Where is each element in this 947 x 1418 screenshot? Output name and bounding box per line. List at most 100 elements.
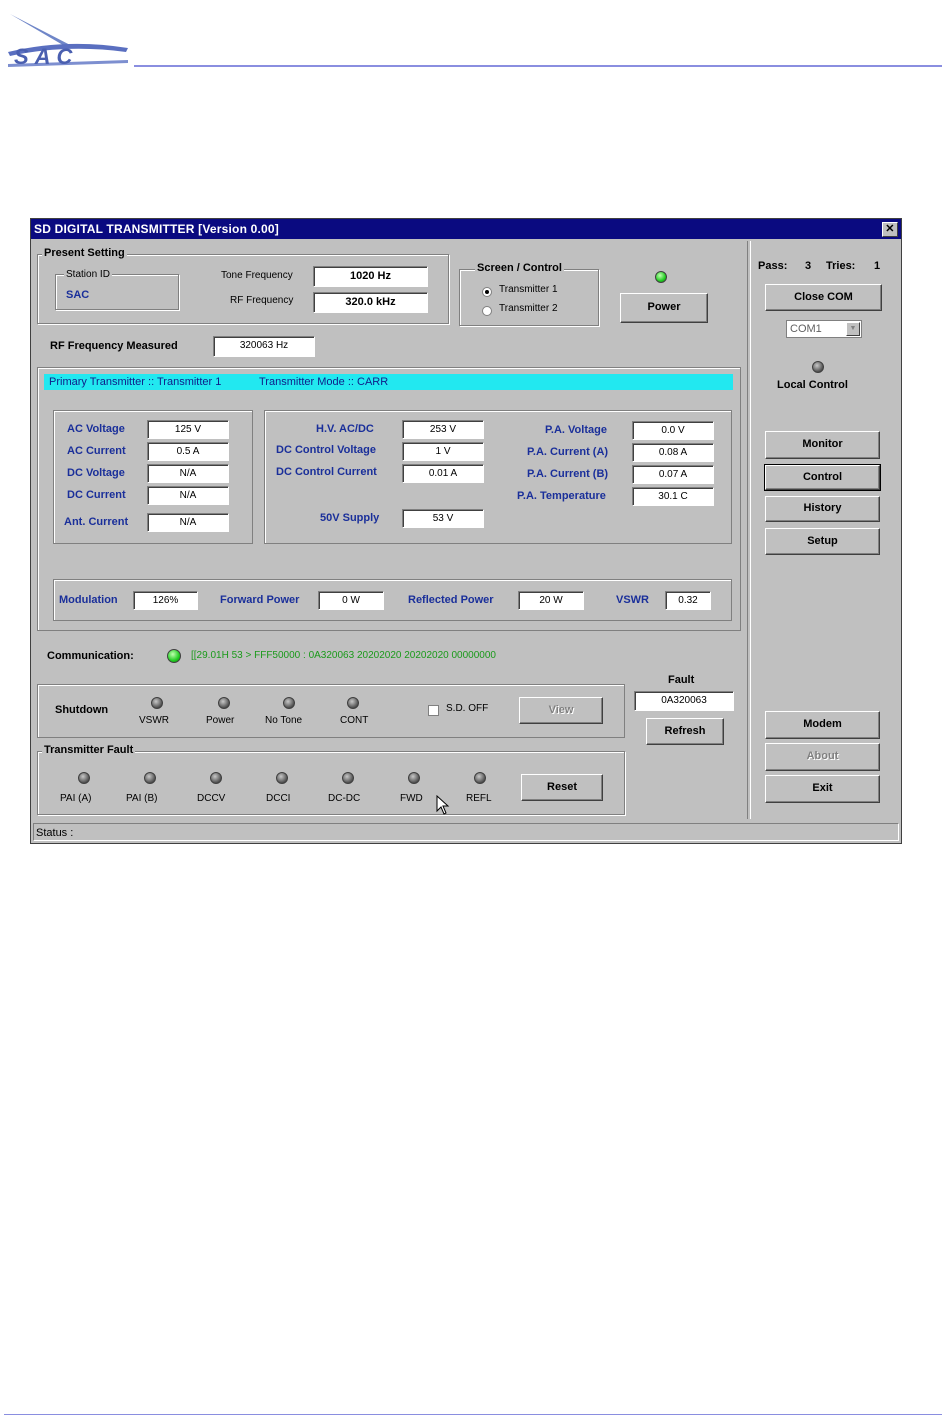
reading-label: DC Current bbox=[67, 489, 126, 501]
close-com-button[interactable]: Close COM bbox=[765, 284, 882, 311]
communication-led-icon bbox=[167, 649, 181, 663]
about-button[interactable]: About bbox=[765, 743, 880, 771]
rf-frequency-value: 320.0 kHz bbox=[313, 292, 428, 313]
fault-value: 0A320063 bbox=[634, 691, 734, 711]
refl-led-icon bbox=[474, 772, 486, 784]
refresh-button[interactable]: Refresh bbox=[646, 718, 724, 745]
tries-label: Tries: bbox=[826, 260, 856, 272]
reflected-power-value: 20 W bbox=[518, 591, 584, 610]
fault-indicator-label: REFL bbox=[466, 793, 492, 804]
sd-off-label: S.D. OFF bbox=[446, 703, 489, 714]
shutdown-label: Shutdown bbox=[55, 704, 109, 716]
50v-supply-value: 53 V bbox=[402, 509, 484, 528]
no-tone-led-icon bbox=[283, 697, 295, 709]
ant-current-value: N/A bbox=[147, 513, 229, 532]
power-led-icon bbox=[218, 697, 230, 709]
com-port-select[interactable]: COM1 ▼ bbox=[786, 320, 862, 338]
dc-control-current-value: 0.01 A bbox=[402, 464, 484, 483]
shutdown-indicator-label: CONT bbox=[340, 715, 369, 726]
local-control-led-icon bbox=[812, 361, 824, 373]
fault-indicator-label: DCCV bbox=[197, 793, 226, 804]
tone-frequency-label: Tone Frequency bbox=[221, 270, 293, 281]
screen-control-group: Screen / Control Transmitter 1 Transmitt… bbox=[459, 262, 599, 326]
reading-label: Reflected Power bbox=[408, 594, 494, 606]
status-text: Status : bbox=[36, 827, 74, 839]
transmitter-fault-title: Transmitter Fault bbox=[42, 744, 136, 756]
power-readings-panel: Modulation 126% Forward Power 0 W Reflec… bbox=[53, 579, 732, 621]
primary-transmitter-text: Primary Transmitter :: Transmitter 1 bbox=[49, 376, 222, 388]
footer-rule bbox=[4, 1414, 942, 1415]
fault-indicator-label: PAI (B) bbox=[126, 793, 158, 804]
pai-b-led-icon bbox=[144, 772, 156, 784]
tries-value: 1 bbox=[874, 260, 881, 272]
rf-measured-value: 320063 Hz bbox=[213, 336, 315, 357]
dc-dc-led-icon bbox=[342, 772, 354, 784]
transmitter-panel: Primary Transmitter :: Transmitter 1 Tra… bbox=[37, 367, 741, 631]
shutdown-group: Shutdown VSWR Power No Tone CONT S.D. OF… bbox=[37, 684, 625, 738]
transmitter-2-radio[interactable] bbox=[482, 306, 492, 316]
transmitter-2-label: Transmitter 2 bbox=[499, 303, 558, 314]
pa-temperature-value: 30.1 C bbox=[632, 487, 714, 506]
cont-led-icon bbox=[347, 697, 359, 709]
station-id-value: SAC bbox=[66, 289, 90, 301]
dc-readings-panel: H.V. AC/DC 253 V DC Control Voltage 1 V … bbox=[264, 410, 732, 544]
shutdown-indicator-label: No Tone bbox=[265, 715, 303, 726]
mode-bar: Primary Transmitter :: Transmitter 1 Tra… bbox=[44, 374, 733, 390]
fault-indicator-label: PAI (A) bbox=[60, 793, 92, 804]
view-button[interactable]: View bbox=[519, 697, 603, 724]
reading-label: DC Control Current bbox=[276, 466, 377, 478]
transmitter-mode-text: Transmitter Mode :: CARR bbox=[259, 376, 389, 388]
fault-indicator-label: DC-DC bbox=[328, 793, 361, 804]
history-button[interactable]: History bbox=[765, 496, 880, 522]
dcci-led-icon bbox=[276, 772, 288, 784]
reading-label: P.A. Voltage bbox=[545, 424, 607, 436]
close-icon[interactable]: ✕ bbox=[882, 222, 898, 237]
control-button[interactable]: Control bbox=[764, 464, 881, 491]
station-id-label: Station ID bbox=[64, 269, 112, 280]
fault-indicator-label: DCCI bbox=[266, 793, 291, 804]
mouse-cursor-icon bbox=[436, 795, 450, 815]
transmitter-1-label: Transmitter 1 bbox=[499, 284, 558, 295]
power-led-icon bbox=[655, 271, 667, 283]
shutdown-indicator-label: VSWR bbox=[139, 715, 169, 726]
forward-power-value: 0 W bbox=[318, 591, 384, 610]
shutdown-indicator-label: Power bbox=[206, 715, 235, 726]
reading-label: DC Voltage bbox=[67, 467, 125, 479]
pa-voltage-value: 0.0 V bbox=[632, 421, 714, 440]
exit-button[interactable]: Exit bbox=[765, 775, 880, 803]
reset-button[interactable]: Reset bbox=[521, 774, 603, 801]
pa-current-b-value: 0.07 A bbox=[632, 465, 714, 484]
dc-voltage-value: N/A bbox=[147, 464, 229, 483]
reading-label: H.V. AC/DC bbox=[316, 423, 374, 435]
ac-voltage-value: 125 V bbox=[147, 420, 229, 439]
local-control-label: Local Control bbox=[777, 379, 848, 391]
logo-text: SAC bbox=[14, 44, 79, 69]
header-rule bbox=[134, 65, 942, 67]
vswr-value: 0.32 bbox=[665, 591, 711, 610]
reading-label: P.A. Current (A) bbox=[527, 446, 609, 458]
chevron-down-icon[interactable]: ▼ bbox=[846, 322, 860, 336]
fault-label: Fault bbox=[668, 674, 695, 686]
sd-off-checkbox[interactable] bbox=[428, 705, 439, 716]
power-button[interactable]: Power bbox=[620, 293, 708, 323]
pai-a-led-icon bbox=[78, 772, 90, 784]
rf-frequency-label: RF Frequency bbox=[230, 295, 294, 306]
vswr-led-icon bbox=[151, 697, 163, 709]
status-bar: Status : bbox=[33, 823, 899, 841]
present-setting-group: Present Setting Station ID SAC Tone Freq… bbox=[37, 247, 449, 324]
transmitter-1-radio[interactable] bbox=[482, 287, 492, 297]
communication-text: [[29.01H 53 > FFF50000 : 0A320063 202020… bbox=[191, 650, 496, 661]
tone-frequency-value: 1020 Hz bbox=[313, 266, 428, 287]
rf-measured-label: RF Frequency Measured bbox=[50, 340, 178, 352]
dccv-led-icon bbox=[210, 772, 222, 784]
fwd-led-icon bbox=[408, 772, 420, 784]
fault-indicator-label: FWD bbox=[400, 793, 423, 804]
modem-button[interactable]: Modem bbox=[765, 711, 880, 739]
panel-separator bbox=[747, 241, 751, 819]
reading-label: P.A. Current (B) bbox=[527, 468, 609, 480]
setup-button[interactable]: Setup bbox=[765, 528, 880, 555]
reading-label: AC Voltage bbox=[67, 423, 125, 435]
ac-current-value: 0.5 A bbox=[147, 442, 229, 461]
reading-label: P.A. Temperature bbox=[517, 490, 606, 502]
monitor-button[interactable]: Monitor bbox=[765, 431, 880, 459]
